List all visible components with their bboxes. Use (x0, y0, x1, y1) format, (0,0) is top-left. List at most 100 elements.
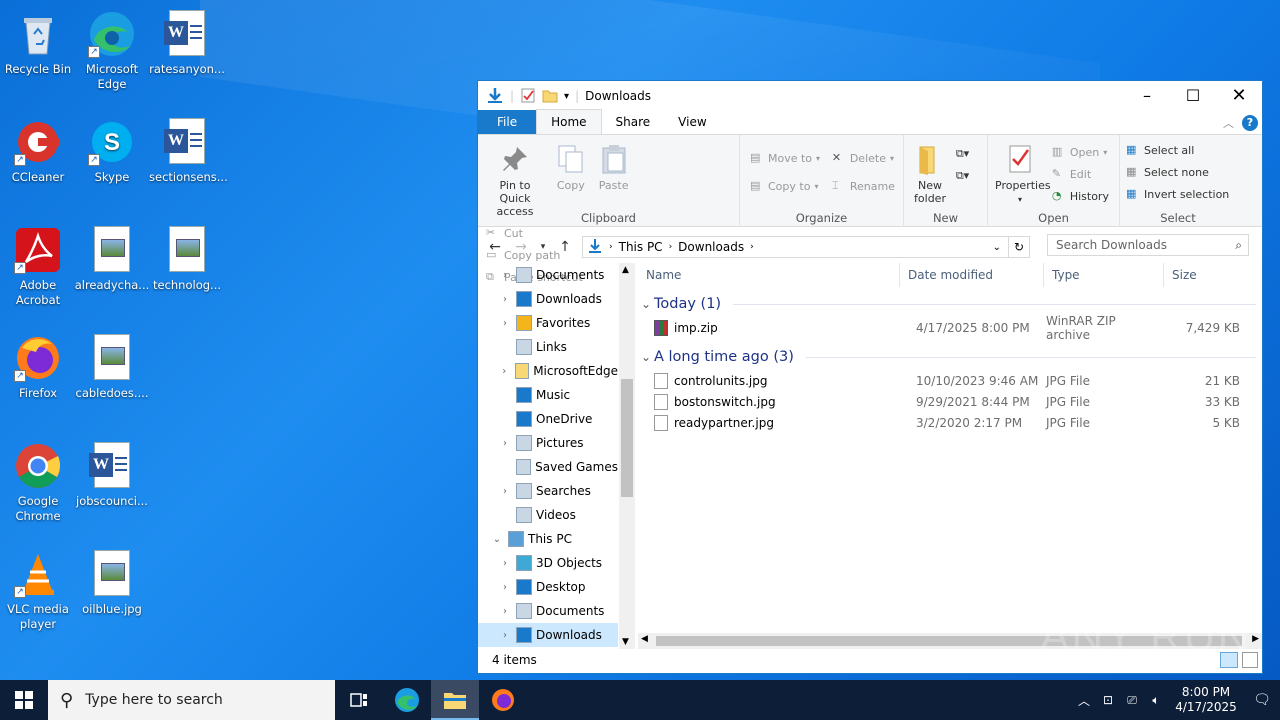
notifications-icon[interactable]: 🗨︎ (1244, 692, 1280, 708)
nav-item[interactable]: › 3D Objects (478, 551, 618, 575)
expand-chevron-icon[interactable]: › (498, 486, 512, 497)
tab-file[interactable]: File (478, 110, 537, 134)
collapse-ribbon-chevron-icon[interactable]: ︿ (1223, 115, 1234, 131)
breadcrumb-this-pc[interactable]: This PC (619, 240, 663, 254)
nav-item[interactable]: › Documents (478, 263, 618, 287)
desktop-icon-recycle-bin[interactable]: Recycle Bin (0, 4, 76, 77)
tab-share[interactable]: Share (602, 110, 665, 134)
navigation-pane[interactable]: › Documents › Downloads › Favorites Links › Micr… (478, 263, 618, 647)
nav-item[interactable]: › Pictures (478, 431, 618, 455)
scroll-left-chevron-icon[interactable]: ◀ (641, 634, 648, 644)
network-icon[interactable]: ⎚ (1120, 693, 1144, 708)
desktop-icon-cabledoes[interactable]: cabledoes.... (74, 328, 150, 401)
network-status-icon[interactable]: ⊡ (1096, 693, 1120, 707)
desktop-icon-jobscounci[interactable]: W jobscounci... (74, 436, 150, 509)
desktop-icon-skype[interactable]: S ↗ Skype (74, 112, 150, 185)
edit-button[interactable]: ✎ Edit (1052, 163, 1109, 185)
taskbar-search-box[interactable]: ⚲ Type here to search (48, 680, 335, 720)
help-icon[interactable]: ? (1242, 115, 1258, 131)
nav-item[interactable]: Videos (478, 503, 618, 527)
customize-qa-chevron-icon[interactable]: ▾ (564, 91, 569, 102)
title-bar[interactable]: | ▾ | Downloads – ☐ ✕ (478, 81, 1262, 111)
nav-item[interactable]: Music (478, 383, 618, 407)
scroll-right-chevron-icon[interactable]: ▶ (1252, 634, 1259, 644)
minimize-button[interactable]: – (1124, 81, 1170, 111)
desktop-icon-firefox[interactable]: ↗ Firefox (0, 328, 76, 401)
nav-item[interactable]: › Desktop (478, 575, 618, 599)
history-button[interactable]: ◔ History (1052, 185, 1109, 207)
nav-item[interactable]: Saved Games (478, 455, 618, 479)
desktop-icon-adobe-acrobat[interactable]: ↗ Adobe Acrobat (0, 220, 76, 308)
column-type[interactable]: Type (1044, 263, 1164, 287)
expand-chevron-icon[interactable]: › (498, 630, 512, 641)
desktop-icon-google-chrome[interactable]: Google Chrome (0, 436, 76, 524)
invert-selection-button[interactable]: ▦ Invert selection (1126, 183, 1232, 205)
move-to-button[interactable]: ▤ Move to ▾ (750, 147, 828, 169)
breadcrumb-chevron-icon[interactable]: › (669, 242, 673, 252)
desktop-icon-sectionsens[interactable]: W sectionsens... (149, 112, 228, 185)
scroll-up-chevron-icon[interactable]: ▲ (622, 265, 629, 275)
nav-item[interactable]: › Favorites (478, 311, 618, 335)
volume-icon[interactable]: 🔈︎ (1144, 693, 1168, 708)
address-dropdown-chevron-icon[interactable]: ⌄ (993, 242, 1001, 253)
expand-chevron-icon[interactable]: › (498, 270, 512, 281)
taskbar-edge-button[interactable] (383, 680, 431, 720)
taskbar-clock[interactable]: 8:00 PM 4/17/2025 (1168, 685, 1244, 715)
paste-button[interactable]: Paste (594, 139, 634, 194)
nav-item[interactable]: OneDrive (478, 407, 618, 431)
expand-chevron-icon[interactable]: › (498, 606, 512, 617)
close-button[interactable]: ✕ (1216, 81, 1262, 111)
nav-item[interactable]: › MicrosoftEdge (478, 359, 618, 383)
rename-button[interactable]: ⌶ Rename (832, 175, 895, 197)
file-row[interactable]: imp.zip 4/17/2025 8:00 PM WinRAR ZIP archi… (638, 314, 1262, 342)
copy-to-button[interactable]: ▤ Copy to ▾ (750, 175, 828, 197)
properties-button[interactable]: Properties ▾ (992, 139, 1051, 208)
scrollbar-thumb[interactable] (621, 379, 633, 497)
expand-chevron-icon[interactable]: › (498, 294, 512, 305)
file-group-header[interactable]: ⌄ A long time ago (3) (638, 344, 1262, 370)
column-name[interactable]: Name (638, 263, 900, 287)
expand-chevron-icon[interactable]: › (498, 366, 511, 377)
cut-button[interactable]: ✂ Cut (486, 222, 583, 244)
scroll-down-chevron-icon[interactable]: ▼ (622, 637, 629, 647)
select-none-button[interactable]: ▦ Select none (1126, 161, 1232, 183)
desktop-icon-ccleaner[interactable]: ↗ CCleaner (0, 112, 76, 185)
nav-item[interactable]: Links (478, 335, 618, 359)
collapse-chevron-icon[interactable]: ⌄ (490, 534, 504, 545)
column-size[interactable]: Size (1164, 263, 1244, 287)
desktop-icon-microsoft-edge[interactable]: ↗ Microsoft Edge (74, 4, 150, 92)
file-explorer-window[interactable]: | ▾ | Downloads – ☐ ✕ File Home Share Vi… (477, 80, 1263, 674)
breadcrumb-chevron-icon[interactable]: › (609, 242, 613, 252)
tab-home[interactable]: Home (536, 109, 602, 134)
open-button[interactable]: ▥ Open ▾ (1052, 141, 1109, 163)
column-date-modified[interactable]: Date modified (900, 263, 1044, 287)
group-collapse-chevron-icon[interactable]: ⌄ (638, 350, 654, 364)
file-group-header[interactable]: ⌄ Today (1) (638, 291, 1262, 317)
nav-item[interactable]: › Searches (478, 479, 618, 503)
breadcrumb-downloads[interactable]: Downloads (678, 240, 744, 254)
start-button[interactable] (0, 680, 48, 720)
maximize-button[interactable]: ☐ (1170, 81, 1216, 111)
file-row[interactable]: bostonswitch.jpg 9/29/2021 8:44 PM JPG Fil… (638, 391, 1262, 412)
desktop-icon-ratesanyon[interactable]: W ratesanyon... (149, 4, 225, 77)
taskbar-firefox-button[interactable] (479, 680, 527, 720)
nav-item[interactable]: › Documents (478, 599, 618, 623)
taskbar-file-explorer-button[interactable] (431, 680, 479, 720)
desktop-icon-alreadycha[interactable]: alreadycha... (74, 220, 150, 293)
expand-chevron-icon[interactable]: › (498, 582, 512, 593)
refresh-icon[interactable]: ↻ (1008, 236, 1030, 258)
expand-chevron-icon[interactable]: › (498, 318, 512, 329)
file-row[interactable]: controlunits.jpg 10/10/2023 9:46 AM JPG Fi… (638, 370, 1262, 391)
search-downloads-input[interactable]: Search Downloads ⌕ (1047, 234, 1249, 256)
file-list[interactable]: Name Date modified Type Size ⌄ Today (1) i… (638, 263, 1262, 633)
expand-chevron-icon[interactable]: › (498, 558, 512, 569)
file-row[interactable]: readypartner.jpg 3/2/2020 2:17 PM JPG File… (638, 412, 1262, 433)
nav-item[interactable]: ⌄ This PC (478, 527, 618, 551)
nav-item[interactable]: › Downloads (478, 623, 618, 647)
delete-button[interactable]: ✕ Delete ▾ (832, 147, 895, 169)
nav-pane-vertical-scrollbar[interactable]: ▲ ▼ (619, 263, 635, 649)
new-item-button[interactable]: ⧉▾ (956, 143, 969, 165)
expand-chevron-icon[interactable]: › (498, 438, 512, 449)
desktop-icon-oilblue[interactable]: oilblue.jpg (74, 544, 150, 617)
address-bar[interactable]: › This PC › Downloads › ⌄ ↻ (582, 236, 1030, 258)
